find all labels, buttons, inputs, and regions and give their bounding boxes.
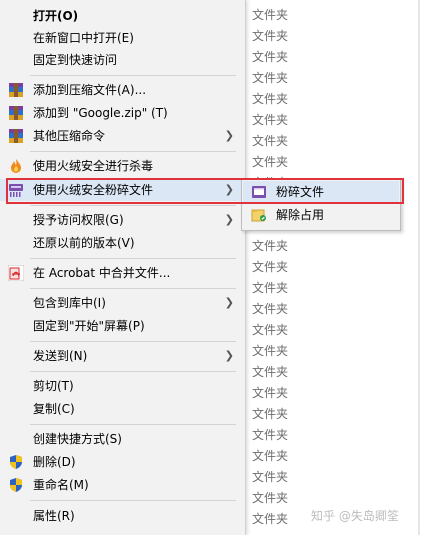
file-list-item[interactable]: 文件夹 — [252, 404, 288, 425]
menu-item-open-new-window[interactable]: 在新窗口中打开(E) — [0, 27, 244, 49]
chevron-right-icon: ❯ — [224, 183, 234, 196]
winrar-icon — [8, 105, 24, 121]
file-list-item[interactable]: 文件夹 — [252, 341, 288, 362]
menu-item-properties[interactable]: 属性(R) — [0, 505, 244, 527]
menu-item-label: 复制(C) — [33, 402, 75, 416]
chevron-right-icon: ❯ — [224, 213, 234, 226]
file-list-item[interactable]: 文件夹 — [252, 278, 288, 299]
chevron-right-icon: ❯ — [224, 129, 234, 142]
menu-separator — [30, 258, 236, 259]
menu-item-label: 授予访问权限(G) — [33, 213, 124, 227]
file-list-item[interactable]: 文件夹 — [252, 89, 288, 110]
file-list-item[interactable]: 文件夹 — [252, 383, 288, 404]
winrar-icon — [8, 82, 24, 98]
menu-item-label: 固定到快速访问 — [33, 53, 118, 67]
menu-separator — [30, 205, 236, 206]
submenu-item-label: 粉碎文件 — [276, 185, 325, 199]
file-list-item[interactable]: 文件夹 — [252, 467, 288, 488]
menu-item-huorong-scan[interactable]: 使用火绒安全进行杀毒 — [0, 155, 244, 177]
file-list-item[interactable]: 文件夹 — [252, 320, 288, 341]
menu-separator — [30, 500, 236, 501]
shredder-icon — [251, 184, 267, 200]
menu-item-pin-start[interactable]: 固定到"开始"屏幕(P) — [0, 315, 244, 337]
menu-separator — [30, 371, 236, 372]
menu-item-label: 属性(R) — [33, 509, 75, 523]
menu-item-restore-previous[interactable]: 还原以前的版本(V) — [0, 232, 244, 254]
winrar-icon — [8, 128, 24, 144]
menu-separator — [30, 341, 236, 342]
menu-item-label: 固定到"开始"屏幕(P) — [33, 319, 145, 333]
menu-item-label: 删除(D) — [33, 455, 76, 469]
menu-item-open[interactable]: 打开(O) — [0, 5, 244, 27]
file-list-item[interactable]: 文件夹 — [252, 299, 288, 320]
menu-item-label: 使用火绒安全粉碎文件 — [33, 183, 154, 197]
file-list-item[interactable]: 文件夹 — [252, 236, 288, 257]
menu-item-include-library[interactable]: 包含到库中(I) ❯ — [0, 292, 244, 314]
menu-item-label: 添加到 "Google.zip" (T) — [33, 106, 168, 120]
shield-icon — [8, 454, 24, 470]
menu-item-label: 在新窗口中打开(E) — [33, 31, 134, 45]
chevron-right-icon: ❯ — [224, 349, 234, 362]
pane-edge — [418, 0, 420, 535]
file-list-item[interactable]: 文件夹 — [252, 152, 288, 173]
menu-separator — [30, 288, 236, 289]
menu-separator — [30, 151, 236, 152]
submenu-item-release-occupation[interactable]: 解除占用 — [243, 204, 399, 226]
file-list-item[interactable]: 文件夹 — [252, 131, 288, 152]
file-list-item[interactable]: 文件夹 — [252, 425, 288, 446]
shred-submenu: 粉碎文件 解除占用 — [241, 178, 401, 231]
submenu-item-label: 解除占用 — [276, 208, 325, 222]
file-list-item[interactable]: 文件夹 — [252, 26, 288, 47]
file-list-item[interactable]: 文件夹 — [252, 488, 288, 509]
menu-item-grant-access[interactable]: 授予访问权限(G) ❯ — [0, 209, 244, 231]
shield-icon — [8, 477, 24, 493]
menu-item-label: 包含到库中(I) — [33, 296, 106, 310]
huorong-flame-icon — [8, 158, 24, 174]
menu-item-label: 在 Acrobat 中合并文件... — [33, 266, 171, 280]
acrobat-icon — [7, 264, 25, 282]
menu-item-other-compress[interactable]: 其他压缩命令 ❯ — [0, 125, 244, 147]
file-list: 文件夹 文件夹 文件夹 文件夹 文件夹 文件夹 文件夹 文件夹 文件夹 文件夹 文件夹 文件夹 文件夹文… — [246, 0, 421, 535]
file-list-item[interactable]: 文件夹 — [252, 257, 288, 278]
file-list-item[interactable]: 文件夹 — [252, 5, 288, 26]
unlock-folder-icon — [251, 207, 267, 223]
context-menu: 打开(O) 在新窗口中打开(E) 固定到快速访问 添加到压缩文件(A)... 添… — [0, 0, 246, 535]
menu-item-label: 重命名(M) — [33, 478, 89, 492]
menu-item-huorong-shred[interactable]: 使用火绒安全粉碎文件 ❯ — [0, 179, 244, 201]
menu-item-label: 打开(O) — [33, 9, 79, 23]
menu-item-label: 其他压缩命令 — [33, 129, 106, 143]
menu-item-add-google-zip[interactable]: 添加到 "Google.zip" (T) — [0, 102, 244, 124]
menu-item-send-to[interactable]: 发送到(N) ❯ — [0, 345, 244, 367]
menu-item-label: 发送到(N) — [33, 349, 88, 363]
menu-item-pin-quick-access[interactable]: 固定到快速访问 — [0, 49, 244, 71]
menu-item-delete[interactable]: 删除(D) — [0, 451, 244, 473]
menu-separator — [30, 424, 236, 425]
chevron-right-icon: ❯ — [224, 296, 234, 309]
file-list-item[interactable]: 文件夹 — [252, 110, 288, 131]
file-list-item[interactable]: 文件夹 — [252, 446, 288, 467]
file-list-item[interactable]: 文件夹 — [252, 509, 288, 530]
menu-item-acrobat-combine[interactable]: 在 Acrobat 中合并文件... — [0, 262, 244, 284]
menu-item-create-shortcut[interactable]: 创建快捷方式(S) — [0, 428, 244, 450]
menu-item-add-archive[interactable]: 添加到压缩文件(A)... — [0, 79, 244, 101]
menu-item-label: 还原以前的版本(V) — [33, 236, 135, 250]
menu-item-label: 添加到压缩文件(A)... — [33, 83, 147, 97]
file-list-item[interactable]: 文件夹 — [252, 362, 288, 383]
menu-item-cut[interactable]: 剪切(T) — [0, 375, 244, 397]
menu-item-label: 创建快捷方式(S) — [33, 432, 122, 446]
menu-item-label: 剪切(T) — [33, 379, 74, 393]
menu-separator — [30, 75, 236, 76]
file-list-item[interactable]: 文件夹 — [252, 47, 288, 68]
shredder-icon — [8, 182, 24, 198]
submenu-item-shred-file[interactable]: 粉碎文件 — [243, 181, 399, 203]
menu-item-copy[interactable]: 复制(C) — [0, 398, 244, 420]
menu-item-rename[interactable]: 重命名(M) — [0, 474, 244, 496]
menu-item-label: 使用火绒安全进行杀毒 — [33, 159, 154, 173]
file-list-item[interactable]: 文件夹 — [252, 68, 288, 89]
watermark: 知乎 @失岛卿筌 — [311, 509, 399, 523]
